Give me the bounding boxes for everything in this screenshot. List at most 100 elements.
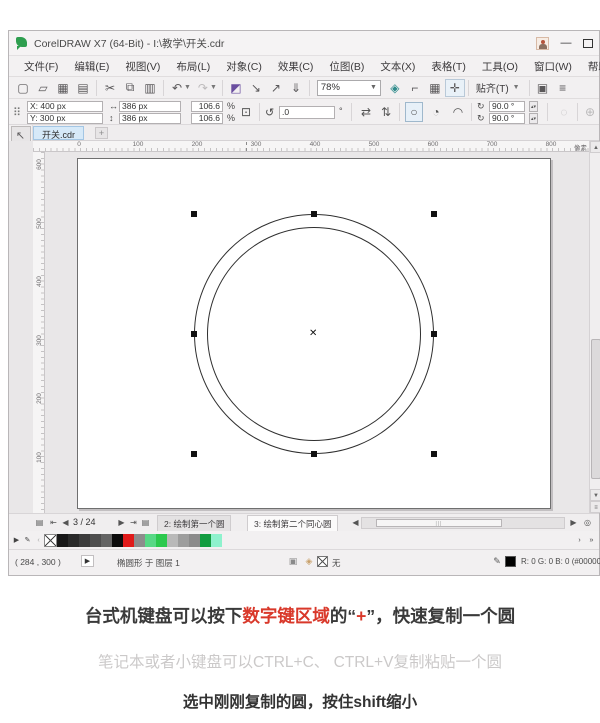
- convert-to-curves-button[interactable]: ⊕: [581, 102, 599, 122]
- arc-mode-button[interactable]: ◠: [449, 102, 467, 122]
- document-tab-active[interactable]: 开关.cdr: [33, 126, 84, 140]
- selection-handle[interactable]: [191, 331, 197, 337]
- menu-item-1[interactable]: 编辑(E): [67, 57, 116, 76]
- palette-flyout-button[interactable]: ▶: [11, 534, 22, 547]
- horizontal-scrollbar[interactable]: |||: [361, 517, 565, 529]
- pie-mode-button[interactable]: ◔: [427, 102, 445, 122]
- selection-handle[interactable]: [311, 211, 317, 217]
- menu-item-10[interactable]: 窗口(W): [527, 57, 579, 76]
- add-page-button-2[interactable]: ▤: [139, 516, 152, 529]
- menu-item-0[interactable]: 文件(F): [17, 57, 65, 76]
- x-position-field[interactable]: X: 400 px: [27, 101, 103, 112]
- paste-button[interactable]: ▥: [140, 79, 160, 97]
- selection-handle[interactable]: [431, 331, 437, 337]
- show-grid-button[interactable]: ▦: [425, 79, 445, 97]
- snap-combo[interactable]: 贴齐(T) ▼: [472, 80, 526, 95]
- menu-item-7[interactable]: 文本(X): [373, 57, 422, 76]
- no-color-swatch[interactable]: [44, 534, 57, 547]
- start-angle-stepper[interactable]: ▴▾: [529, 101, 538, 112]
- tab-scroll-right-button[interactable]: ▶: [567, 516, 580, 529]
- palette-swatch-6[interactable]: [123, 534, 134, 547]
- palette-swatch-13[interactable]: [200, 534, 211, 547]
- snap-to-button[interactable]: ✛: [445, 79, 465, 97]
- page-tab-2[interactable]: 2: 绘制第一个圆: [157, 515, 231, 531]
- mirror-horizontal-button[interactable]: ⇄: [357, 102, 375, 122]
- chevron-down-icon[interactable]: ▼: [184, 84, 191, 91]
- copy-button[interactable]: ⧉: [120, 79, 140, 97]
- rotation-angle-field[interactable]: .0: [279, 106, 335, 119]
- selection-handle[interactable]: [191, 211, 197, 217]
- add-page-button[interactable]: ▤: [33, 516, 46, 529]
- palette-swatch-8[interactable]: [145, 534, 156, 547]
- menu-item-5[interactable]: 效果(C): [271, 57, 321, 76]
- selection-handle[interactable]: [431, 211, 437, 217]
- menu-item-3[interactable]: 布局(L): [169, 57, 217, 76]
- cut-button[interactable]: ✂: [100, 79, 120, 97]
- selection-handle[interactable]: [311, 451, 317, 457]
- print-button[interactable]: ▤: [73, 79, 93, 97]
- palette-swatch-14[interactable]: [211, 534, 222, 547]
- scale-h-field[interactable]: 106.6: [191, 101, 223, 112]
- object-width-field[interactable]: 386 px: [119, 101, 181, 112]
- previous-page-button[interactable]: ◀: [59, 516, 72, 529]
- menu-item-11[interactable]: 帮助(H): [581, 57, 600, 76]
- palette-swatch-4[interactable]: [101, 534, 112, 547]
- pan-pages-button[interactable]: ≡: [590, 501, 600, 513]
- show-rulers-button[interactable]: ⌐: [405, 79, 425, 97]
- palette-swatch-11[interactable]: [178, 534, 189, 547]
- menu-item-4[interactable]: 对象(C): [219, 57, 269, 76]
- change-direction-button[interactable]: ◌: [555, 102, 573, 122]
- menu-item-9[interactable]: 工具(O): [475, 57, 525, 76]
- vertical-scrollbar[interactable]: ▲ ▼ ≡: [589, 141, 600, 513]
- page-tab-3-active[interactable]: 3: 绘制第二个同心圆: [247, 515, 338, 531]
- horizontal-ruler[interactable]: 0100200300400500600700800像素: [33, 141, 589, 152]
- save-button[interactable]: ▦: [53, 79, 73, 97]
- scroll-down-button[interactable]: ▼: [590, 489, 600, 501]
- publish-pdf-button[interactable]: ⇓: [286, 79, 306, 97]
- app-launcher-button[interactable]: ≡: [553, 79, 573, 97]
- scroll-up-button[interactable]: ▲: [590, 141, 600, 153]
- menu-item-2[interactable]: 视图(V): [118, 57, 167, 76]
- status-flyout-button[interactable]: ▶: [81, 555, 94, 567]
- palette-swatch-10[interactable]: [167, 534, 178, 547]
- menu-item-8[interactable]: 表格(T): [424, 57, 472, 76]
- new-document-tab-button[interactable]: +: [95, 127, 108, 139]
- account-icon[interactable]: [536, 37, 549, 50]
- y-position-field[interactable]: Y: 300 px: [27, 113, 103, 124]
- palette-scroll-start-button[interactable]: ‹: [33, 534, 44, 547]
- palette-swatch-5[interactable]: [112, 534, 123, 547]
- lock-ratio-button[interactable]: ⊡: [239, 102, 253, 122]
- minimize-button[interactable]: —: [558, 36, 574, 50]
- canvas-viewport[interactable]: ✕: [45, 152, 589, 513]
- end-angle-field[interactable]: 90.0 °: [489, 113, 525, 124]
- palette-swatch-9[interactable]: [156, 534, 167, 547]
- import-button[interactable]: ↘: [246, 79, 266, 97]
- mirror-vertical-button[interactable]: ⇅: [377, 102, 395, 122]
- selection-handle[interactable]: [191, 451, 197, 457]
- palette-eyedropper-icon[interactable]: ✎: [22, 534, 33, 547]
- fullscreen-preview-button[interactable]: ◈: [385, 79, 405, 97]
- page-zoom-button[interactable]: ◎: [581, 516, 594, 529]
- options-button[interactable]: ▣: [533, 79, 553, 97]
- open-button[interactable]: ▱: [33, 79, 53, 97]
- palette-expand-button[interactable]: »: [586, 534, 597, 547]
- palette-swatch-0[interactable]: [57, 534, 68, 547]
- palette-swatch-12[interactable]: [189, 534, 200, 547]
- selection-handle[interactable]: [431, 451, 437, 457]
- zoom-level-combo[interactable]: 78% ▼: [317, 80, 381, 96]
- palette-scroll-more-button[interactable]: ›: [574, 534, 585, 547]
- palette-swatch-3[interactable]: [90, 534, 101, 547]
- vertical-scroll-thumb[interactable]: [591, 339, 600, 479]
- menu-item-6[interactable]: 位图(B): [322, 57, 371, 76]
- selection-center-marker[interactable]: ✕: [309, 329, 317, 339]
- end-angle-stepper[interactable]: ▴▾: [529, 113, 538, 124]
- ellipse-mode-button[interactable]: ○: [405, 102, 423, 122]
- palette-swatch-1[interactable]: [68, 534, 79, 547]
- search-content-button[interactable]: ◩: [226, 79, 246, 97]
- new-document-button[interactable]: ▢: [13, 79, 33, 97]
- object-height-field[interactable]: 386 px: [119, 113, 181, 124]
- maximize-button[interactable]: [583, 39, 593, 48]
- horizontal-scroll-thumb[interactable]: |||: [376, 519, 502, 527]
- vertical-ruler[interactable]: 6005004003002001000: [33, 152, 45, 513]
- export-button[interactable]: ↗: [266, 79, 286, 97]
